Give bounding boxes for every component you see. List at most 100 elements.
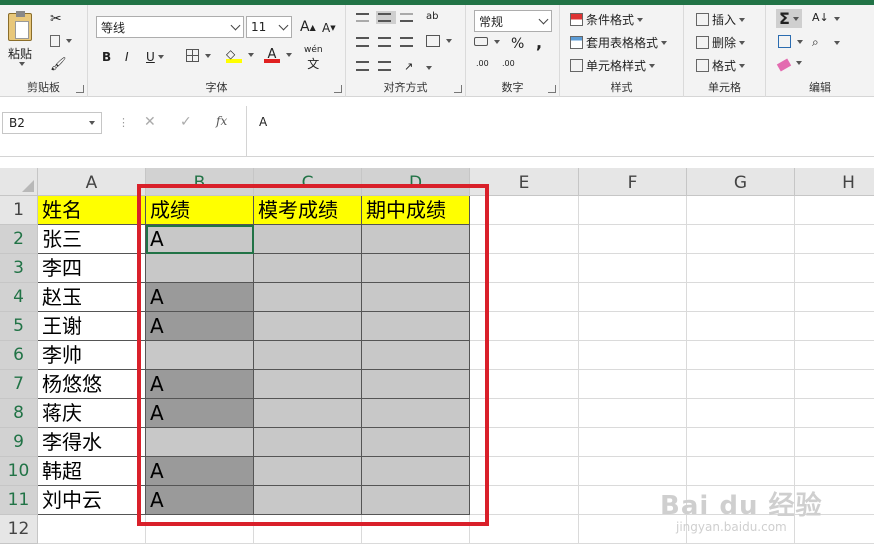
cell-g10[interactable]	[687, 457, 795, 486]
cell-d5[interactable]	[362, 312, 470, 341]
cell-e4[interactable]	[470, 283, 579, 312]
alignment-launcher[interactable]	[454, 85, 462, 93]
align-right-button[interactable]	[400, 37, 416, 47]
accounting-button[interactable]	[474, 37, 500, 46]
cell-b5[interactable]: A	[146, 312, 254, 341]
column-header-d[interactable]: D	[362, 168, 470, 196]
cell-d2[interactable]	[362, 225, 470, 254]
number-launcher[interactable]	[548, 85, 556, 93]
cell-c5[interactable]	[254, 312, 362, 341]
cell-c11[interactable]	[254, 486, 362, 515]
cell-g8[interactable]	[687, 399, 795, 428]
cell-b12[interactable]	[146, 515, 254, 544]
cell-f5[interactable]	[579, 312, 687, 341]
cell-f7[interactable]	[579, 370, 687, 399]
format-painter-button[interactable]: 🖌	[50, 57, 69, 73]
row-header-9[interactable]: 9	[0, 428, 38, 457]
grow-font-button[interactable]: A ▲	[300, 19, 316, 35]
clear-button[interactable]	[776, 57, 802, 72]
format-as-table-button[interactable]: 套用表格格式	[570, 34, 668, 51]
cell-g6[interactable]	[687, 341, 795, 370]
cell-h9[interactable]	[795, 428, 874, 457]
fill-button[interactable]	[778, 35, 803, 48]
italic-button[interactable]: I	[125, 50, 129, 64]
cell-a3[interactable]: 李四	[38, 254, 146, 283]
cell-f8[interactable]	[579, 399, 687, 428]
cell-e8[interactable]	[470, 399, 579, 428]
percent-button[interactable]: %	[511, 36, 524, 52]
row-header-3[interactable]: 3	[0, 254, 38, 283]
cell-b7[interactable]: A	[146, 370, 254, 399]
row-header-10[interactable]: 10	[0, 457, 38, 486]
cell-b6[interactable]	[146, 341, 254, 370]
font-launcher[interactable]	[334, 85, 342, 93]
cell-e9[interactable]	[470, 428, 579, 457]
cell-g5[interactable]	[687, 312, 795, 341]
cell-b1[interactable]: 成绩	[146, 196, 254, 225]
cell-e10[interactable]	[470, 457, 579, 486]
cut-button[interactable]: ✂	[50, 11, 69, 27]
font-name-combo[interactable]: 等线	[96, 16, 244, 38]
select-all-corner[interactable]	[0, 168, 38, 196]
cell-a12[interactable]	[38, 515, 146, 544]
cell-c10[interactable]	[254, 457, 362, 486]
column-header-e[interactable]: E	[470, 168, 579, 196]
cell-c6[interactable]	[254, 341, 362, 370]
cell-f9[interactable]	[579, 428, 687, 457]
column-header-b[interactable]: B	[146, 168, 254, 196]
underline-button[interactable]: U	[146, 50, 164, 64]
column-header-f[interactable]: F	[579, 168, 687, 196]
phonetic-button[interactable]: wén 文	[304, 45, 323, 72]
cell-e6[interactable]	[470, 341, 579, 370]
cell-d11[interactable]	[362, 486, 470, 515]
autosum-button[interactable]: Σ	[776, 9, 802, 28]
cell-h8[interactable]	[795, 399, 874, 428]
cell-a8[interactable]: 蒋庆	[38, 399, 146, 428]
cell-f3[interactable]	[579, 254, 687, 283]
column-header-h[interactable]: H	[795, 168, 874, 196]
column-header-g[interactable]: G	[687, 168, 795, 196]
number-format-combo[interactable]: 常规	[474, 10, 552, 32]
cell-d1[interactable]: 期中成绩	[362, 196, 470, 225]
row-header-1[interactable]: 1	[0, 196, 38, 225]
cell-d3[interactable]	[362, 254, 470, 283]
cell-f1[interactable]	[579, 196, 687, 225]
cell-a6[interactable]: 李帅	[38, 341, 146, 370]
comma-button[interactable]: ,	[536, 33, 542, 52]
clipboard-launcher[interactable]	[76, 85, 84, 93]
cell-a9[interactable]: 李得水	[38, 428, 146, 457]
cell-d6[interactable]	[362, 341, 470, 370]
cell-c9[interactable]	[254, 428, 362, 457]
decrease-indent-button[interactable]	[356, 61, 372, 71]
cell-h4[interactable]	[795, 283, 874, 312]
cell-g3[interactable]	[687, 254, 795, 283]
format-button[interactable]: 格式	[696, 57, 746, 74]
font-size-combo[interactable]: 11	[246, 16, 292, 38]
row-header-2[interactable]: 2	[0, 225, 38, 254]
cell-b2[interactable]: A	[146, 225, 254, 254]
increase-indent-button[interactable]	[378, 61, 394, 71]
cell-h1[interactable]	[795, 196, 874, 225]
align-center-button[interactable]	[378, 37, 394, 47]
cell-g1[interactable]	[687, 196, 795, 225]
cell-a2[interactable]: 张三	[38, 225, 146, 254]
insert-function-icon[interactable]: fx	[216, 114, 227, 128]
row-header-12[interactable]: 12	[0, 515, 38, 544]
cell-a11[interactable]: 刘中云	[38, 486, 146, 515]
cell-h3[interactable]	[795, 254, 874, 283]
cell-c2[interactable]	[254, 225, 362, 254]
borders-button[interactable]	[186, 49, 211, 62]
align-left-button[interactable]	[356, 37, 372, 47]
cell-b9[interactable]	[146, 428, 254, 457]
cell-a7[interactable]: 杨悠悠	[38, 370, 146, 399]
cell-f2[interactable]	[579, 225, 687, 254]
orientation-button[interactable]: ↗	[404, 60, 432, 76]
bold-button[interactable]: B	[102, 50, 111, 64]
cell-a5[interactable]: 王谢	[38, 312, 146, 341]
cell-c3[interactable]	[254, 254, 362, 283]
cell-h6[interactable]	[795, 341, 874, 370]
cell-b3[interactable]	[146, 254, 254, 283]
row-header-11[interactable]: 11	[0, 486, 38, 515]
cell-h2[interactable]	[795, 225, 874, 254]
cell-d10[interactable]	[362, 457, 470, 486]
